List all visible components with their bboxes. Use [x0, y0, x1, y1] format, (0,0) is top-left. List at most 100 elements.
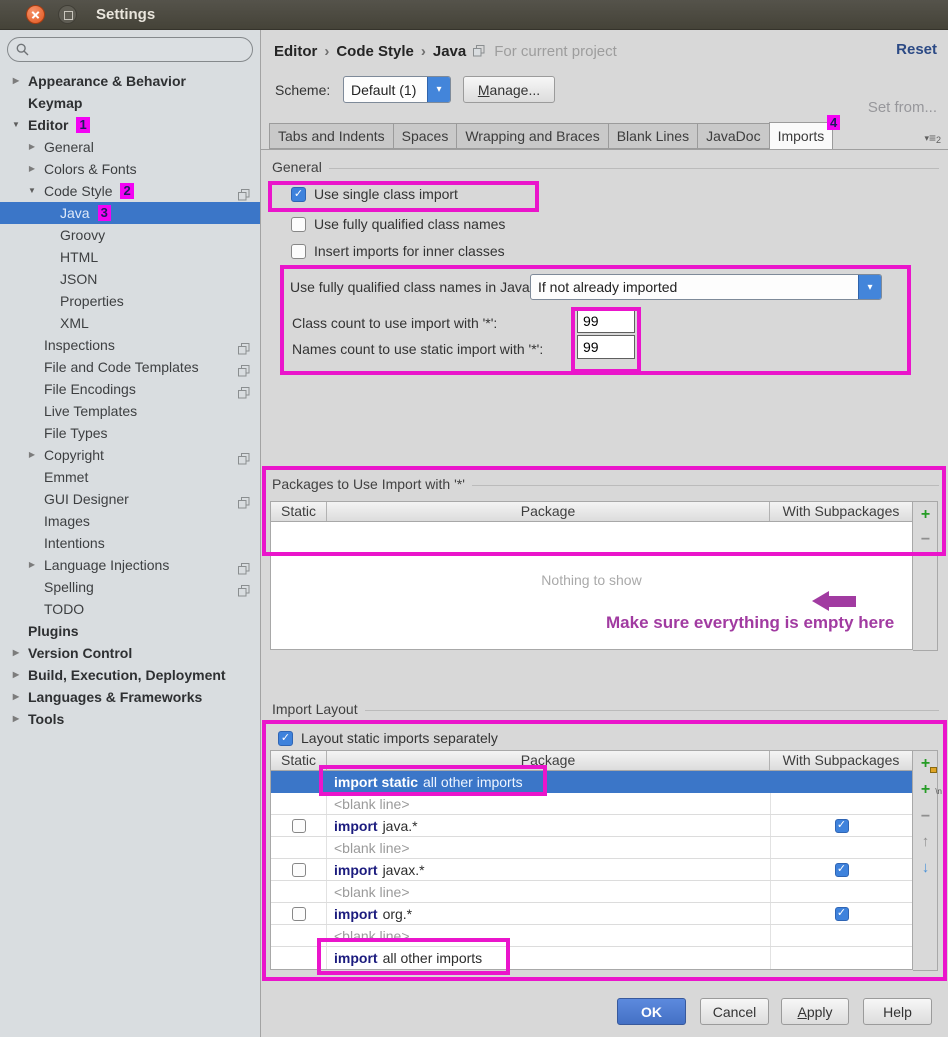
cancel-button[interactable]: Cancel — [700, 998, 769, 1025]
add-package-button[interactable]: + — [917, 756, 934, 773]
sidebar-item-todo[interactable]: TODO — [0, 598, 260, 620]
checkbox-unchecked[interactable] — [292, 907, 306, 921]
sidebar-item-language-injections[interactable]: ▶Language Injections — [0, 554, 260, 576]
sidebar-item-properties[interactable]: Properties — [0, 290, 260, 312]
tab-overflow-icon[interactable]: ▾≡2 — [924, 131, 941, 145]
sidebar-item-appearance-behavior[interactable]: ▶Appearance & Behavior — [0, 70, 260, 92]
checkbox-checked[interactable]: ✓ — [291, 187, 306, 202]
tab-tabs-and-indents[interactable]: Tabs and Indents — [269, 123, 394, 149]
table-row-blank-line[interactable]: <blank line> — [271, 881, 912, 903]
expand-arrow-icon[interactable]: ▶ — [9, 70, 23, 92]
sidebar-item-file-encodings[interactable]: File Encodings — [0, 378, 260, 400]
expand-arrow-icon[interactable]: ▶ — [25, 554, 39, 576]
remove-row-button[interactable]: − — [917, 809, 934, 826]
sidebar-item-code-style[interactable]: ▼Code Style2 — [0, 180, 260, 202]
add-blank-line-button[interactable]: +\n — [917, 782, 934, 799]
chevron-down-icon[interactable]: ▾ — [427, 77, 450, 102]
checkbox-unchecked[interactable] — [292, 819, 306, 833]
checkbox-checked[interactable]: ✓ — [835, 863, 849, 877]
sidebar-item-file-types[interactable]: File Types — [0, 422, 260, 444]
general-checkbox-insert-imports-for-inner-classes[interactable]: Insert imports for inner classes — [291, 242, 505, 260]
general-checkbox-use-single-class-import[interactable]: ✓Use single class import — [291, 185, 458, 203]
sidebar-item-spelling[interactable]: Spelling — [0, 576, 260, 598]
move-up-button[interactable]: ↑ — [917, 834, 934, 851]
sidebar-item-images[interactable]: Images — [0, 510, 260, 532]
expand-arrow-icon[interactable]: ▶ — [9, 708, 23, 730]
expand-arrow-icon[interactable]: ▶ — [9, 664, 23, 686]
sidebar-item-editor[interactable]: ▼Editor1 — [0, 114, 260, 136]
breadcrumb-item-java[interactable]: Java — [433, 43, 466, 60]
window-close-icon[interactable] — [26, 5, 45, 24]
javadoc-select[interactable]: If not already imported ▾ — [530, 274, 882, 300]
tab-imports[interactable]: Imports4 — [769, 122, 834, 149]
expand-arrow-icon[interactable]: ▶ — [9, 642, 23, 664]
help-button[interactable]: Help — [863, 998, 932, 1025]
column-header-package[interactable]: Package — [327, 502, 770, 521]
expand-arrow-icon[interactable]: ▶ — [9, 686, 23, 708]
sidebar-item-general[interactable]: ▶General — [0, 136, 260, 158]
column-header-static[interactable]: Static — [271, 502, 327, 521]
tab-wrapping-and-braces[interactable]: Wrapping and Braces — [456, 123, 608, 149]
sidebar-item-file-and-code-templates[interactable]: File and Code Templates — [0, 356, 260, 378]
expand-arrow-icon[interactable]: ▶ — [25, 158, 39, 180]
chevron-down-icon[interactable]: ▾ — [858, 275, 881, 299]
reset-link[interactable]: Reset — [896, 41, 937, 58]
add-button[interactable]: + — [917, 507, 934, 524]
sidebar-item-languages-frameworks[interactable]: ▶Languages & Frameworks — [0, 686, 260, 708]
collapse-arrow-icon[interactable]: ▼ — [25, 180, 39, 202]
scheme-select[interactable]: Default (1) ▾ — [343, 76, 451, 103]
table-row-import-static-all-other-imports[interactable]: import staticall other imports — [271, 771, 912, 793]
column-header-package[interactable]: Package — [327, 751, 770, 770]
checkbox-unchecked[interactable] — [292, 863, 306, 877]
sidebar-item-json[interactable]: JSON — [0, 268, 260, 290]
sidebar-item-html[interactable]: HTML — [0, 246, 260, 268]
class-count-input[interactable] — [577, 309, 635, 333]
general-checkbox-use-fully-qualified-class-names[interactable]: Use fully qualified class names — [291, 215, 505, 233]
search-box[interactable] — [7, 37, 253, 62]
table-row-blank-line[interactable]: <blank line> — [271, 793, 912, 815]
checkbox-checked[interactable]: ✓ — [835, 819, 849, 833]
tab-spaces[interactable]: Spaces — [393, 123, 458, 149]
table-row-blank-line[interactable]: <blank line> — [271, 925, 912, 947]
checkbox-checked[interactable]: ✓ — [278, 731, 293, 746]
sidebar-item-plugins[interactable]: Plugins — [0, 620, 260, 642]
checkbox-unchecked[interactable] — [291, 244, 306, 259]
table-row-blank-line[interactable]: <blank line> — [271, 837, 912, 859]
sidebar-item-tools[interactable]: ▶Tools — [0, 708, 260, 730]
window-maximize-icon[interactable] — [58, 5, 77, 24]
layout-static-imports-row[interactable]: ✓ Layout static imports separately — [278, 729, 498, 747]
packages-table-body[interactable]: Nothing to show — [270, 522, 913, 650]
expand-arrow-icon[interactable]: ▶ — [25, 136, 39, 158]
column-header-with-subpackages[interactable]: With Subpackages — [770, 751, 912, 770]
sidebar-item-colors-fonts[interactable]: ▶Colors & Fonts — [0, 158, 260, 180]
ok-button[interactable]: OK — [617, 998, 686, 1025]
table-row-import-org[interactable]: importorg.*✓ — [271, 903, 912, 925]
sidebar-item-version-control[interactable]: ▶Version Control — [0, 642, 260, 664]
column-header-with-subpackages[interactable]: With Subpackages — [770, 502, 912, 521]
sidebar-item-gui-designer[interactable]: GUI Designer — [0, 488, 260, 510]
sidebar-item-inspections[interactable]: Inspections — [0, 334, 260, 356]
sidebar-item-keymap[interactable]: Keymap — [0, 92, 260, 114]
sidebar-item-xml[interactable]: XML — [0, 312, 260, 334]
manage-button[interactable]: Manage... — [463, 76, 555, 103]
sidebar-item-groovy[interactable]: Groovy — [0, 224, 260, 246]
sidebar-item-java[interactable]: Java3 — [0, 202, 260, 224]
remove-button[interactable]: − — [917, 532, 934, 549]
breadcrumb-item-editor[interactable]: Editor — [274, 43, 317, 60]
checkbox-checked[interactable]: ✓ — [835, 907, 849, 921]
move-down-button[interactable]: ↓ — [917, 860, 934, 877]
table-row-import-all-other-imports[interactable]: importall other imports — [271, 947, 912, 969]
breadcrumb-item-code-style[interactable]: Code Style — [336, 43, 414, 60]
set-from-link[interactable]: Set from... — [868, 99, 937, 116]
column-header-static[interactable]: Static — [271, 751, 327, 770]
table-row-import-java[interactable]: importjava.*✓ — [271, 815, 912, 837]
expand-arrow-icon[interactable]: ▶ — [25, 444, 39, 466]
tab-javadoc[interactable]: JavaDoc — [697, 123, 769, 149]
apply-button[interactable]: Apply — [781, 998, 849, 1025]
tab-blank-lines[interactable]: Blank Lines — [608, 123, 698, 149]
sidebar-item-emmet[interactable]: Emmet — [0, 466, 260, 488]
sidebar-item-copyright[interactable]: ▶Copyright — [0, 444, 260, 466]
sidebar-item-intentions[interactable]: Intentions — [0, 532, 260, 554]
collapse-arrow-icon[interactable]: ▼ — [9, 114, 23, 136]
names-count-input[interactable] — [577, 335, 635, 359]
